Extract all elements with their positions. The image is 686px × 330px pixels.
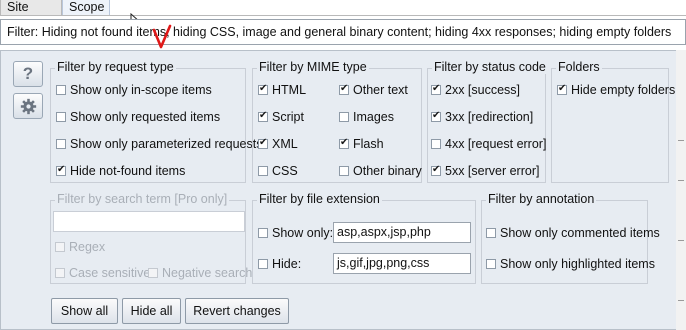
checkbox-box[interactable] (431, 164, 441, 176)
search-term-input[interactable] (53, 211, 245, 232)
annotation-group: Filter by annotation Show only commented… (481, 192, 660, 284)
checkbox-label: Negative search (162, 266, 253, 280)
hide-all-button[interactable]: Hide all (122, 298, 181, 324)
checkbox-label: HTML (272, 83, 307, 97)
status-code-group: Filter by status code 2xx [success] 3xx … (427, 60, 548, 183)
checkbox-box[interactable] (557, 83, 567, 95)
checkbox-label: Images (353, 110, 394, 124)
checkbox-box[interactable] (258, 228, 268, 238)
strip-mark (678, 300, 684, 301)
checkbox-box[interactable] (56, 139, 66, 149)
checkbox-box[interactable] (431, 139, 441, 149)
checkbox-label: Regex (69, 240, 106, 254)
checkbox-box[interactable] (486, 228, 496, 238)
checkbox-label: Show only highlighted items (500, 257, 655, 271)
checkbox-box[interactable] (486, 259, 496, 269)
checkbox-box[interactable] (339, 137, 349, 149)
checkbox-label: 3xx [redirection] (445, 110, 534, 124)
folders-group: Folders Hide empty folders (551, 60, 675, 183)
search-term-group: Filter by search term [Pro only] Regex C… (50, 192, 252, 284)
checkbox-label: 5xx [server error] (445, 164, 540, 178)
checkbox-label: Show only requested items (70, 110, 221, 124)
tab-site-map[interactable]: Site map (0, 0, 62, 29)
help-icon: ? (22, 64, 34, 83)
file-extension-group: Filter by file extension Show only: asp,… (252, 192, 476, 284)
hide-extension-input[interactable]: js,gif,jpg,png,css (333, 253, 471, 274)
checkbox-label: Case sensitive (69, 266, 151, 280)
red-checkmark-annotation (152, 24, 172, 49)
status-code-title: Filter by status code (432, 60, 548, 74)
checkbox-box[interactable] (339, 166, 349, 176)
checkbox-box[interactable] (55, 268, 65, 278)
tab-label: Scope (69, 0, 105, 14)
annotation-title: Filter by annotation (486, 192, 597, 206)
checkbox-box[interactable] (258, 110, 268, 122)
file-extension-title: Filter by file extension (257, 192, 382, 206)
checkbox-box[interactable] (148, 268, 158, 278)
checkbox-box[interactable] (258, 259, 268, 269)
checkbox-label: Flash (353, 137, 384, 151)
checkbox-box[interactable] (258, 166, 268, 176)
checkbox-label: Show only parameterized requests (70, 137, 263, 151)
checkbox-label: Show only: (272, 226, 334, 240)
revert-changes-button[interactable]: Revert changes (185, 298, 289, 324)
checkbox-label: Show only in-scope items (70, 83, 212, 97)
checkbox-box[interactable] (56, 164, 66, 176)
filter-summary-text: Filter: Hiding not found items; hiding C… (7, 25, 672, 39)
search-term-title: Filter by search term [Pro only] (55, 192, 230, 206)
checkbox-label: Hide: (272, 257, 302, 271)
settings-button[interactable] (13, 93, 43, 119)
tab-scope[interactable]: Scope (62, 0, 110, 16)
checkbox-label: Script (272, 110, 304, 124)
strip-mark (678, 140, 684, 141)
checkbox-label: Other text (353, 83, 408, 97)
checkbox-label: Show only commented items (500, 226, 660, 240)
tab-divider (0, 15, 686, 16)
strip-mark (678, 240, 684, 241)
request-type-title: Filter by request type (55, 60, 176, 74)
folders-title: Folders (556, 60, 602, 74)
checkbox-box[interactable] (55, 242, 65, 252)
checkbox-label: 2xx [success] (445, 83, 521, 97)
show-all-button[interactable]: Show all (51, 298, 118, 324)
mime-type-title: Filter by MIME type (257, 60, 369, 74)
request-type-group: Filter by request type Show only in-scop… (50, 60, 262, 183)
checkbox-box[interactable] (339, 83, 349, 95)
checkbox-box[interactable] (258, 83, 268, 95)
checkbox-label: Other binary (353, 164, 422, 178)
mime-type-group: Filter by MIME type HTML Other text Scri… (252, 60, 422, 183)
show-only-extension-input[interactable]: asp,aspx,jsp,php (333, 222, 471, 243)
strip-mark (678, 180, 684, 181)
help-button[interactable]: ? (13, 61, 43, 87)
checkbox-box[interactable] (431, 83, 441, 95)
checkbox-box[interactable] (339, 112, 349, 122)
checkbox-box[interactable] (431, 110, 441, 122)
checkbox-label: Hide empty folders (571, 83, 676, 97)
checkbox-label: XML (272, 137, 298, 151)
right-scroll-strip (676, 50, 686, 330)
checkbox-label: Hide not-found items (70, 164, 186, 178)
checkbox-box[interactable] (56, 85, 66, 95)
checkbox-label: 4xx [request error] (445, 137, 547, 151)
checkbox-label: CSS (272, 164, 298, 178)
checkbox-box[interactable] (258, 137, 268, 149)
filter-summary-bar[interactable]: Filter: Hiding not found items; hiding C… (0, 19, 686, 45)
gear-icon (20, 98, 37, 115)
tab-bar: Site map Scope (0, 0, 686, 29)
checkbox-box[interactable] (56, 112, 66, 122)
